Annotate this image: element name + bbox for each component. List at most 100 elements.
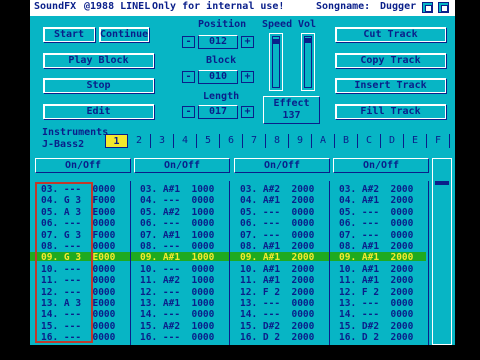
track-row[interactable]: 15. D#2 2000	[240, 321, 314, 332]
volume-slider[interactable]	[301, 33, 315, 91]
track-row[interactable]: 11. A#1 2000	[240, 275, 314, 286]
length-plus-button[interactable]: +	[241, 106, 254, 118]
soundfx-window: SoundFX @1988 LINEL Only for internal us…	[30, 0, 455, 345]
notice-text: Only for internal use!	[152, 1, 285, 12]
track-row[interactable]: 11. A#1 2000	[339, 275, 413, 286]
speed-slider[interactable]	[269, 33, 283, 91]
track-row[interactable]: 04. A#1 2000	[240, 195, 314, 206]
track-row[interactable]: 12. F 2 2000	[339, 287, 413, 298]
track-row[interactable]: 16. D 2 2000	[339, 332, 413, 343]
track-row[interactable]: 08. --- 0000	[140, 241, 214, 252]
track-row[interactable]: 12. F 2 2000	[240, 287, 314, 298]
copy-track-button[interactable]: Copy Track	[335, 53, 446, 68]
block-minus-button[interactable]: -	[182, 71, 195, 83]
instrument-slot-B[interactable]: B	[335, 134, 358, 148]
channel-3-toggle[interactable]: On/Off	[234, 158, 330, 173]
position-plus-button[interactable]: +	[241, 36, 254, 48]
track-row[interactable]: 13. --- 0000	[240, 298, 314, 309]
track-row[interactable]: 10. A#1 2000	[339, 264, 413, 275]
edit-button[interactable]: Edit	[43, 104, 154, 119]
songname-value: Dugger	[380, 1, 417, 12]
continue-button[interactable]: Continue	[99, 27, 149, 42]
instrument-slot-2[interactable]: 2	[128, 134, 151, 148]
speed-slider-knob[interactable]	[273, 39, 279, 44]
track-row[interactable]: 15. A#2 1000	[140, 321, 214, 332]
track-row[interactable]: 10. --- 0000	[140, 264, 214, 275]
track-row[interactable]: 06. --- 0000	[240, 218, 314, 229]
cut-track-button[interactable]: Cut Track	[335, 27, 446, 42]
track-row[interactable]: 08. A#1 2000	[240, 241, 314, 252]
block-field[interactable]: 010	[198, 70, 238, 84]
track-row[interactable]: 04. A#1 2000	[339, 195, 413, 206]
instrument-slot-4[interactable]: 4	[174, 134, 197, 148]
instrument-slot-A[interactable]: A	[312, 134, 335, 148]
position-label: Position	[198, 19, 247, 30]
track-row[interactable]: 09. A#1 1000	[140, 252, 214, 263]
track-row[interactable]: 04. --- 0000	[140, 195, 214, 206]
track-row[interactable]: 14. --- 0000	[240, 309, 314, 320]
track-row[interactable]: 15. D#2 2000	[339, 321, 413, 332]
track-row[interactable]: 14. --- 0000	[140, 309, 214, 320]
pattern-scrollbar[interactable]	[432, 158, 452, 345]
track-row[interactable]: 03. A#2 2000	[240, 184, 314, 195]
track-row[interactable]: 07. A#1 1000	[140, 230, 214, 241]
track-row[interactable]: 14. --- 0000	[339, 309, 413, 320]
instrument-slot-F[interactable]: F	[427, 134, 450, 148]
track-row[interactable]: 03. A#2 2000	[339, 184, 413, 195]
track-row[interactable]: 08. A#1 2000	[339, 241, 413, 252]
instrument-slot-C[interactable]: C	[358, 134, 381, 148]
position-minus-button[interactable]: -	[182, 36, 195, 48]
instrument-slot-8[interactable]: 8	[266, 134, 289, 148]
start-button[interactable]: Start	[43, 27, 95, 42]
block-label: Block	[206, 55, 237, 66]
track-row[interactable]: 16. D 2 2000	[240, 332, 314, 343]
track-row[interactable]: 09. A#1 2000	[339, 252, 413, 263]
track-row[interactable]: 13. --- 0000	[339, 298, 413, 309]
fill-track-button[interactable]: Fill Track	[335, 104, 446, 119]
channel-3-track[interactable]: 03. A#2 2000 04. A#1 2000 05. --- 0000 06. …	[234, 181, 330, 345]
track-row[interactable]: 12. --- 0000	[140, 287, 214, 298]
insert-track-button[interactable]: Insert Track	[335, 78, 446, 93]
track-row[interactable]: 05. --- 0000	[240, 207, 314, 218]
channel-2-toggle[interactable]: On/Off	[134, 158, 230, 173]
length-minus-button[interactable]: -	[182, 106, 195, 118]
play-block-button[interactable]: Play Block	[43, 53, 154, 68]
window-depth-icon[interactable]	[422, 2, 433, 13]
track-row[interactable]: 06. --- 0000	[339, 218, 413, 229]
effect-display[interactable]: Effect 137	[263, 96, 320, 124]
channel-1-toggle[interactable]: On/Off	[35, 158, 131, 173]
track-row[interactable]: 11. A#2 1000	[140, 275, 214, 286]
track-row[interactable]: 07. --- 0000	[339, 230, 413, 241]
channel-4-toggle[interactable]: On/Off	[333, 158, 429, 173]
track-row[interactable]: 13. A#1 1000	[140, 298, 214, 309]
window-resize-icon[interactable]	[438, 2, 449, 13]
length-label: Length	[203, 91, 240, 102]
volume-slider-knob[interactable]	[305, 38, 311, 43]
track-row[interactable]: 06. --- 0000	[140, 218, 214, 229]
instrument-slot-E[interactable]: E	[404, 134, 427, 148]
instrument-slot-D[interactable]: D	[381, 134, 404, 148]
channel-4-track[interactable]: 03. A#2 2000 04. A#1 2000 05. --- 0000 06. …	[333, 181, 429, 345]
track-row[interactable]: 07. --- 0000	[240, 230, 314, 241]
edit-cursor	[35, 182, 93, 343]
instrument-slot-6[interactable]: 6	[220, 134, 243, 148]
track-row[interactable]: 10. A#1 2000	[240, 264, 314, 275]
track-row[interactable]: 05. A#2 1000	[140, 207, 214, 218]
instrument-slot-5[interactable]: 5	[197, 134, 220, 148]
track-row[interactable]: 03. A#1 1000	[140, 184, 214, 195]
instrument-slot-1[interactable]: 1	[105, 134, 128, 148]
instrument-slot-7[interactable]: 7	[243, 134, 266, 148]
stop-button[interactable]: Stop	[43, 78, 154, 93]
track-row[interactable]: 05. --- 0000	[339, 207, 413, 218]
instrument-slot-9[interactable]: 9	[289, 134, 312, 148]
position-field[interactable]: 012	[198, 35, 238, 49]
track-row[interactable]: 16. --- 0000	[140, 332, 214, 343]
instrument-slot-3[interactable]: 3	[151, 134, 174, 148]
track-row[interactable]: 09. A#1 2000	[240, 252, 314, 263]
speed-label: Speed	[262, 19, 293, 30]
length-field[interactable]: 017	[198, 105, 238, 119]
scrollbar-thumb[interactable]	[435, 181, 449, 185]
channel-2-track[interactable]: 03. A#1 1000 04. --- 0000 05. A#2 1000 06. …	[134, 181, 230, 345]
block-plus-button[interactable]: +	[241, 71, 254, 83]
title-bar[interactable]: SoundFX @1988 LINEL Only for internal us…	[30, 0, 455, 16]
